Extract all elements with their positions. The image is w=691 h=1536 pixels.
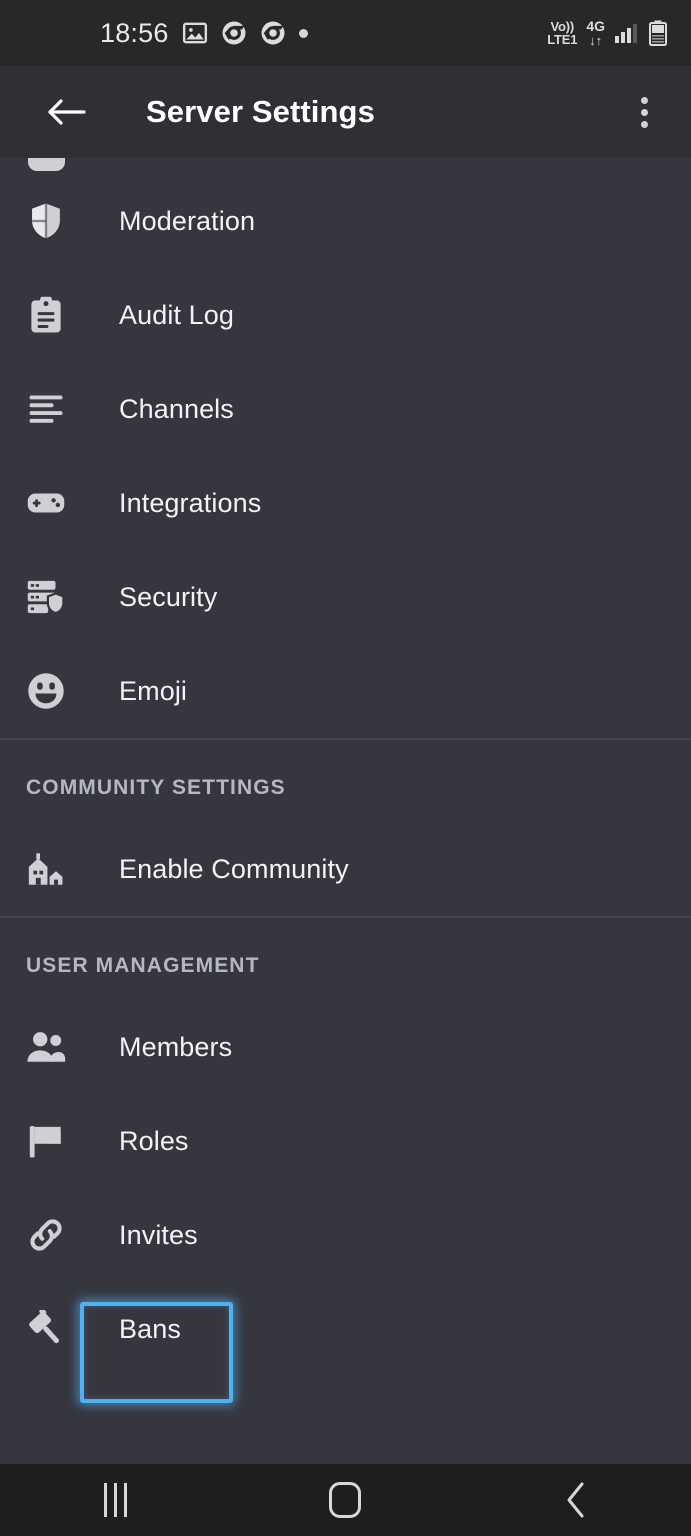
link-chain-icon [26, 1215, 66, 1255]
volte-line2: LTE1 [547, 31, 578, 47]
network-type-label: 4G [586, 18, 605, 35]
settings-item-emoji[interactable]: Emoji [0, 644, 691, 738]
shield-icon [26, 201, 66, 241]
back-button[interactable] [521, 1464, 631, 1536]
settings-item-label: Bans [119, 1313, 181, 1344]
clipped-list-item [0, 158, 691, 174]
section-header-user-management: USER MANAGEMENT [26, 954, 260, 977]
system-navigation-bar [0, 1464, 691, 1536]
phone-screen: 18:56 Vo)) LTE1 4G ↓↑ Server Settings Mo… [0, 0, 691, 1536]
settings-item-label: Enable Community [119, 853, 349, 884]
chrome-icon [260, 20, 286, 46]
status-bar: 18:56 Vo)) LTE1 4G ↓↑ [0, 0, 691, 66]
settings-item-invites[interactable]: Invites [0, 1188, 691, 1282]
settings-item-security[interactable]: Security [0, 550, 691, 644]
settings-item-label: Security [119, 581, 218, 612]
buildings-icon [26, 849, 66, 889]
more-vertical-icon [640, 96, 648, 104]
arrow-left-icon [46, 95, 86, 129]
photo-icon [182, 20, 208, 46]
list-lines-icon [26, 389, 66, 429]
recents-icon [103, 1483, 127, 1517]
data-arrows-icon: ↓↑ [589, 32, 603, 48]
more-vertical-icon [640, 120, 648, 128]
flag-icon [26, 1121, 66, 1161]
home-icon [329, 1482, 362, 1518]
hammer-icon [26, 1309, 66, 1349]
settings-item-label: Roles [119, 1125, 189, 1156]
network-indicator: 4G ↓↑ [586, 19, 605, 47]
section-header-community: COMMUNITY SETTINGS [26, 776, 286, 799]
people-icon [26, 1027, 66, 1067]
partial-icon [28, 158, 65, 171]
back-button[interactable] [38, 84, 94, 140]
settings-item-label: Channels [119, 393, 234, 424]
gamepad-icon [26, 483, 66, 523]
clipboard-icon [26, 295, 66, 335]
volte-indicator: Vo)) LTE1 [547, 18, 578, 47]
settings-item-moderation[interactable]: Moderation [0, 174, 691, 268]
app-bar: Server Settings [0, 66, 691, 158]
overflow-menu-button[interactable] [621, 84, 667, 140]
status-bar-right: Vo)) LTE1 4G ↓↑ [547, 19, 667, 47]
settings-item-channels[interactable]: Channels [0, 362, 691, 456]
status-bar-left: 18:56 [0, 17, 308, 48]
settings-item-label: Emoji [119, 675, 188, 706]
settings-item-roles[interactable]: Roles [0, 1094, 691, 1188]
settings-item-label: Members [119, 1031, 233, 1062]
settings-item-enable-community[interactable]: Enable Community [0, 822, 691, 916]
settings-item-bans[interactable]: Bans [0, 1282, 691, 1376]
settings-list[interactable]: Moderation Audit Log Channels Integratio… [0, 158, 691, 1464]
settings-item-label: Audit Log [119, 299, 234, 330]
signal-bars-icon [614, 21, 640, 45]
page-title: Server Settings [146, 94, 375, 129]
home-button[interactable] [290, 1464, 400, 1536]
settings-item-label: Integrations [119, 487, 262, 518]
settings-item-label: Invites [119, 1219, 198, 1250]
volte-line1: Vo)) [550, 18, 575, 34]
server-shield-icon [26, 577, 66, 617]
settings-item-label: Moderation [119, 205, 256, 236]
chevron-left-icon [563, 1480, 589, 1520]
dot-indicator-icon [298, 28, 308, 38]
battery-icon [649, 20, 667, 46]
status-time: 18:56 [100, 17, 169, 48]
smiley-icon [26, 671, 66, 711]
chrome-icon [221, 20, 247, 46]
settings-item-members[interactable]: Members [0, 1000, 691, 1094]
more-vertical-icon [640, 108, 648, 116]
settings-item-integrations[interactable]: Integrations [0, 456, 691, 550]
recents-button[interactable] [60, 1464, 170, 1536]
settings-item-audit-log[interactable]: Audit Log [0, 268, 691, 362]
